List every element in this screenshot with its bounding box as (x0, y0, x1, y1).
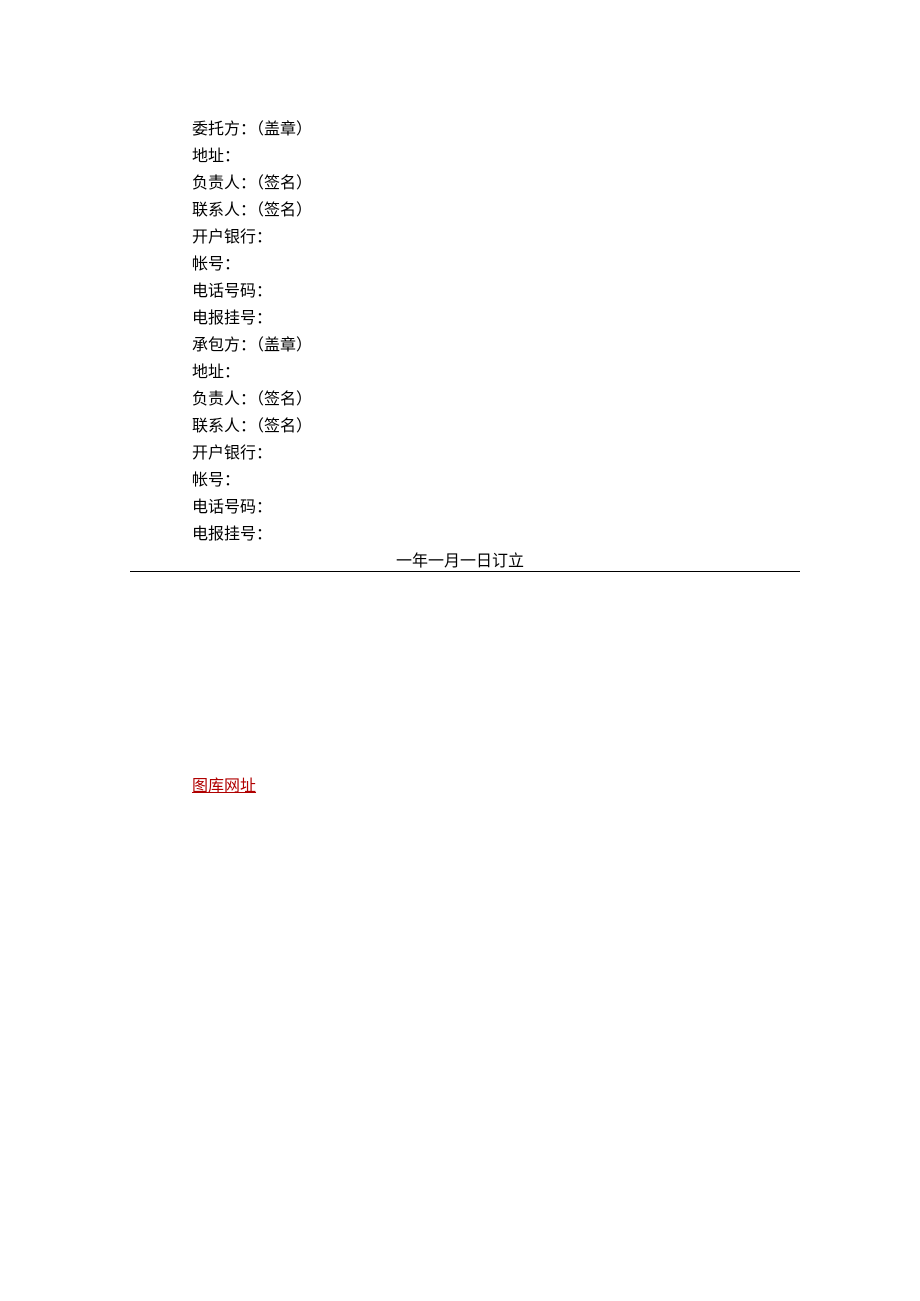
contractor-account: 帐号： (192, 467, 800, 494)
principal-contact: 联系人：（签名） (192, 197, 800, 224)
contractor-contact: 联系人：（签名） (192, 413, 800, 440)
gallery-link[interactable]: 图库网址 (192, 772, 256, 796)
contractor-title: 承包方：（盖章） (192, 332, 800, 359)
principal-address: 地址： (192, 143, 800, 170)
contractor-phone: 电话号码： (192, 494, 800, 521)
principal-bank: 开户银行： (192, 224, 800, 251)
contractor-telegram: 电报挂号： (192, 521, 800, 548)
principal-title: 委托方：（盖章） (192, 116, 800, 143)
principal-telegram: 电报挂号： (192, 305, 800, 332)
principal-responsible: 负责人：（签名） (192, 170, 800, 197)
contractor-bank: 开户银行： (192, 440, 800, 467)
principal-account: 帐号： (192, 251, 800, 278)
contractor-address: 地址： (192, 359, 800, 386)
document-body: 委托方：（盖章） 地址： 负责人：（签名） 联系人：（签名） 开户银行： 帐号：… (0, 0, 920, 548)
contractor-responsible: 负责人：（签名） (192, 386, 800, 413)
principal-phone: 电话号码： (192, 278, 800, 305)
